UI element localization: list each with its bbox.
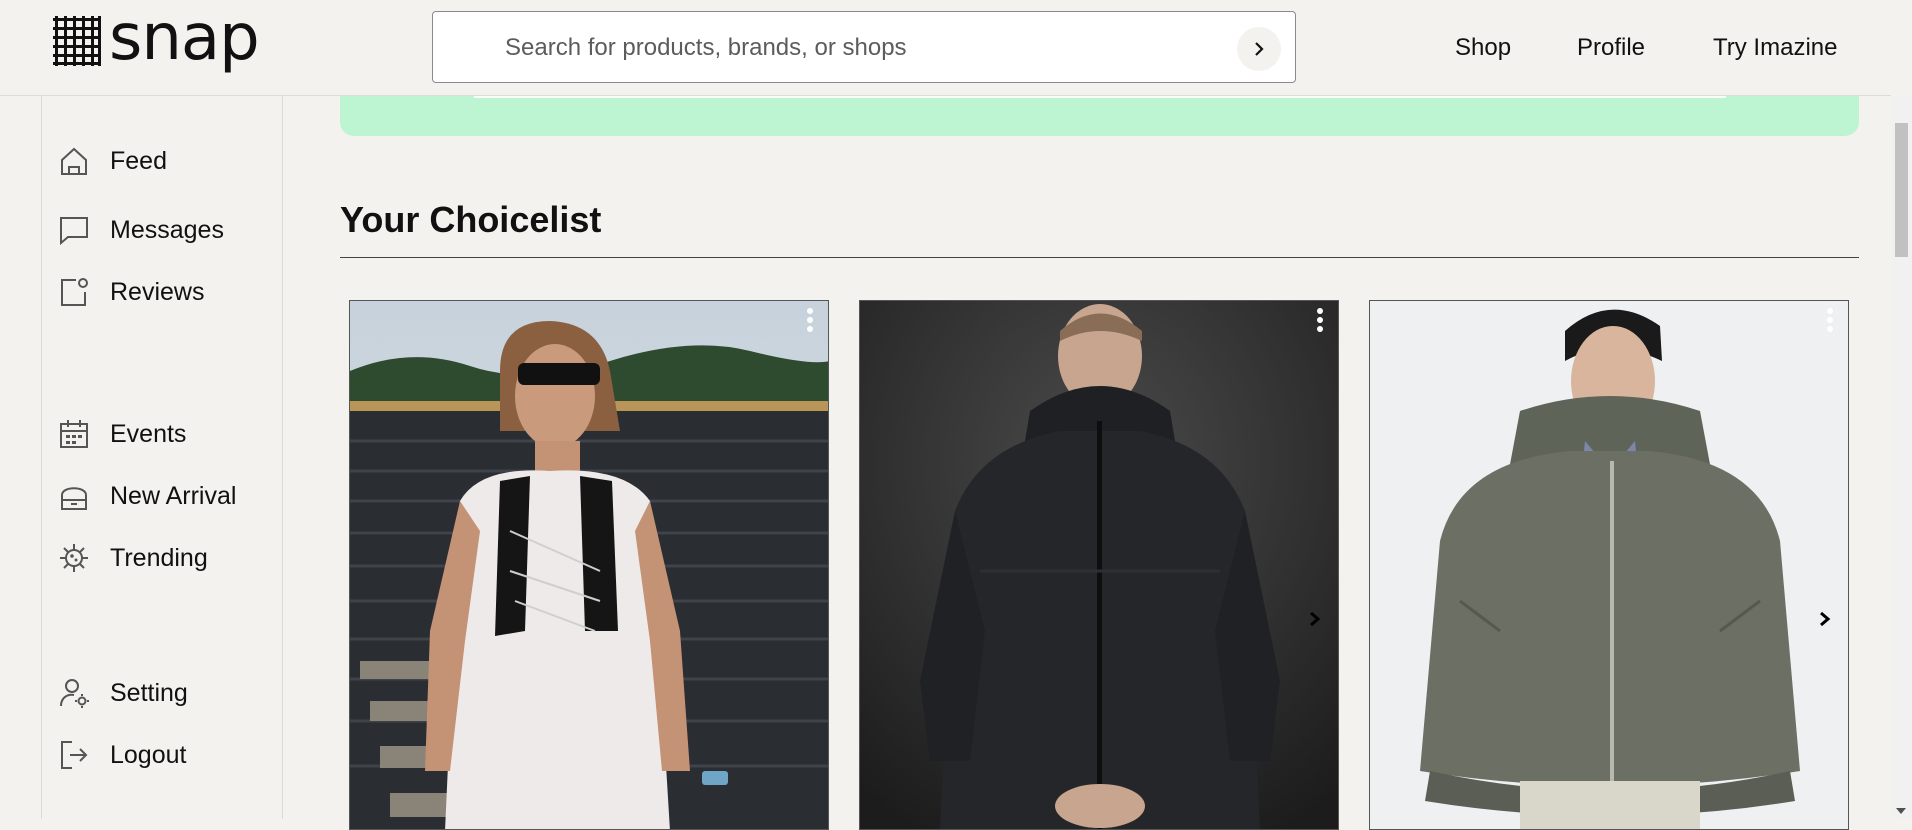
- home-icon: [57, 144, 91, 178]
- sidebar-item-feed[interactable]: Feed: [57, 144, 167, 178]
- top-header: snap Shop Profile Try Imazine: [0, 0, 1891, 96]
- reviews-icon: [57, 275, 91, 309]
- sidebar: Feed Messages Reviews Events New Arrival…: [41, 96, 283, 819]
- product-card[interactable]: [349, 300, 829, 830]
- snap-logo[interactable]: snap: [51, 6, 260, 70]
- kebab-dot: [807, 317, 813, 323]
- store-icon: [57, 479, 91, 513]
- chevron-right-icon: [1255, 42, 1264, 56]
- sidebar-item-messages[interactable]: Messages: [57, 213, 224, 247]
- sidebar-item-reviews[interactable]: Reviews: [57, 275, 204, 309]
- sidebar-item-label: Messages: [110, 215, 224, 244]
- logo-text: snap: [109, 1, 260, 75]
- virus-icon: [57, 541, 91, 575]
- sidebar-item-label: Logout: [110, 740, 187, 769]
- sidebar-item-logout[interactable]: Logout: [57, 738, 186, 772]
- kebab-dot: [1317, 326, 1323, 332]
- sidebar-item-trending[interactable]: Trending: [57, 541, 208, 575]
- kebab-dot: [1827, 326, 1833, 332]
- kebab-dot: [807, 308, 813, 314]
- promo-banner: [340, 96, 1859, 136]
- logout-icon: [57, 738, 91, 772]
- chevron-right-icon[interactable]: [1816, 609, 1834, 629]
- kebab-dot: [807, 326, 813, 332]
- sidebar-item-label: Feed: [110, 146, 167, 175]
- sidebar-item-label: New Arrival: [110, 481, 237, 510]
- message-icon: [57, 213, 91, 247]
- nav-profile-link[interactable]: Profile: [1577, 34, 1645, 62]
- scroll-down-arrow-icon[interactable]: [1896, 808, 1906, 814]
- man-in-grey-hooded-jacket-photo: [1370, 301, 1848, 829]
- sidebar-item-events[interactable]: Events: [57, 417, 186, 451]
- user-settings-icon: [57, 676, 91, 710]
- man-in-white-tank-and-black-vest-photo: [350, 301, 828, 829]
- search-input[interactable]: [505, 30, 1185, 66]
- product-card[interactable]: [859, 300, 1339, 830]
- section-divider: [340, 257, 1859, 258]
- kebab-dot: [1317, 308, 1323, 314]
- card-menu-button[interactable]: [1826, 306, 1834, 336]
- sidebar-item-label: Events: [110, 419, 187, 448]
- sidebar-item-new-arrival[interactable]: New Arrival: [57, 479, 236, 513]
- product-card[interactable]: [1369, 300, 1849, 830]
- kebab-dot: [1827, 317, 1833, 323]
- sidebar-item-label: Reviews: [110, 277, 205, 306]
- scrollbar-thumb[interactable]: [1895, 123, 1908, 257]
- page-scrollbar[interactable]: [1891, 96, 1912, 819]
- card-menu-button[interactable]: [1316, 306, 1324, 336]
- sidebar-item-setting[interactable]: Setting: [57, 676, 188, 710]
- sidebar-item-label: Setting: [110, 678, 188, 707]
- logo-grid-icon: [53, 16, 101, 66]
- kebab-dot: [1317, 317, 1323, 323]
- nav-shop-link[interactable]: Shop: [1455, 34, 1511, 62]
- banner-inner-panel: [474, 96, 1726, 98]
- sidebar-item-label: Trending: [110, 543, 208, 572]
- section-title: Your Choicelist: [340, 199, 602, 240]
- chevron-right-icon[interactable]: [1306, 609, 1324, 629]
- man-in-black-rain-jacket-photo: [860, 301, 1338, 829]
- calendar-icon: [57, 417, 91, 451]
- search-submit-button[interactable]: [1237, 27, 1281, 71]
- search-bar: [432, 11, 1296, 83]
- kebab-dot: [1827, 308, 1833, 314]
- card-menu-button[interactable]: [806, 306, 814, 336]
- nav-try-imazine-link[interactable]: Try Imazine: [1713, 34, 1837, 62]
